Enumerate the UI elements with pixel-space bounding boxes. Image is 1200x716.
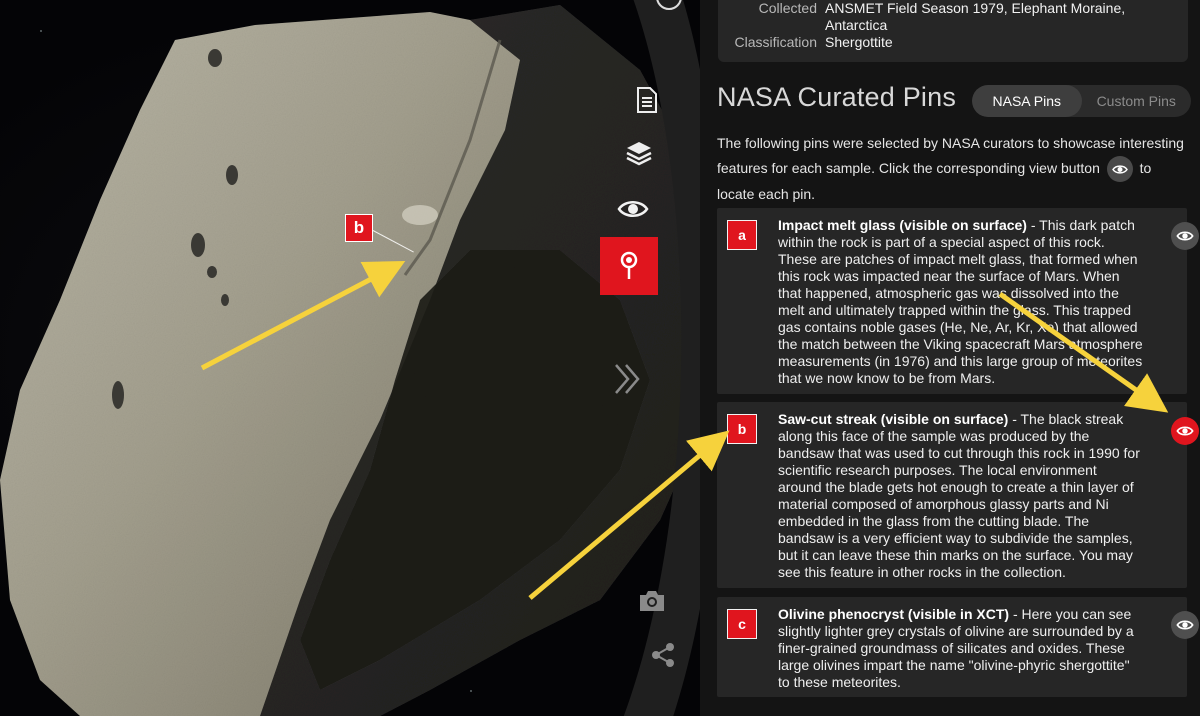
pin-card-a: a Impact melt glass (visible on surface)…	[717, 208, 1187, 394]
eye-icon	[1176, 620, 1194, 630]
pin-badge[interactable]: c	[727, 609, 757, 639]
pin-b-view-button[interactable]	[1171, 417, 1199, 445]
layers-icon	[626, 142, 652, 166]
collected-value-line1: ANSMET Field Season 1979, Elephant Morai…	[825, 0, 1126, 16]
collected-value-line2: Antarctica	[825, 17, 888, 33]
pin-marker-b[interactable]: b	[345, 214, 373, 242]
olivine-spot	[208, 49, 222, 67]
toggle-nasa-pins[interactable]: NASA Pins	[972, 85, 1082, 117]
document-icon	[637, 87, 657, 113]
tool-top-partial[interactable]	[646, 0, 692, 20]
pin-title: Saw-cut streak (visible on surface)	[778, 411, 1009, 427]
pin-description: Saw-cut streak (visible on surface) - Th…	[778, 411, 1144, 581]
eye-icon	[1176, 231, 1194, 241]
olivine-spot	[191, 233, 205, 257]
toolbar-share-button[interactable]	[640, 632, 686, 678]
section-title: NASA Curated Pins	[717, 82, 957, 112]
pin-card-c: c Olivine phenocryst (visible in XCT) - …	[717, 597, 1187, 697]
pin-marker-label: b	[353, 218, 365, 237]
eye-icon	[1176, 426, 1194, 436]
inline-view-button-example	[1106, 156, 1133, 183]
pin-title: Olivine phenocryst (visible in XCT)	[778, 606, 1010, 622]
map-pin-icon	[620, 251, 638, 279]
pin-c-view-button[interactable]	[1171, 611, 1199, 639]
olivine-spot	[207, 266, 217, 278]
toolbar-screenshot-button[interactable]	[629, 578, 675, 624]
toggle-custom-pins[interactable]: Custom Pins	[1082, 85, 1192, 117]
pin-body: - The black streak along this face of th…	[778, 411, 1140, 580]
olivine-spot	[112, 381, 124, 409]
eye-icon	[617, 201, 649, 217]
circle-icon	[656, 0, 682, 10]
classification-label: Classification	[734, 34, 817, 50]
pin-source-toggle[interactable]: NASA Pins Custom Pins	[972, 85, 1191, 117]
toolbar-layers-button[interactable]	[616, 130, 662, 176]
double-chevron-right-icon	[615, 364, 640, 394]
share-icon	[652, 643, 674, 667]
pin-title: Impact melt glass (visible on surface)	[778, 217, 1027, 233]
light-clast	[402, 205, 438, 225]
pin-body: - This dark patch within the rock is par…	[778, 217, 1143, 386]
pin-badge[interactable]: b	[727, 414, 757, 444]
toolbar-pins-button[interactable]	[600, 237, 658, 295]
toolbar-expand-button[interactable]	[604, 356, 650, 402]
collected-label: Collected	[758, 0, 817, 16]
pin-a-view-button[interactable]	[1171, 222, 1199, 250]
olivine-spot	[221, 294, 229, 306]
pin-description: Olivine phenocryst (visible in XCT) - He…	[778, 606, 1144, 691]
toolbar-view-button[interactable]	[610, 186, 656, 232]
pin-card-b: b Saw-cut streak (visible on surface) - …	[717, 402, 1187, 588]
classification-value: Shergottite	[825, 34, 893, 50]
eye-icon	[1111, 165, 1128, 174]
camera-icon	[640, 591, 664, 611]
intro-text: The following pins were selected by NASA…	[717, 131, 1187, 207]
toolbar-info-button[interactable]	[624, 77, 670, 123]
pin-badge[interactable]: a	[727, 220, 757, 250]
pin-description: Impact melt glass (visible on surface) -…	[778, 217, 1144, 387]
olivine-spot	[226, 165, 238, 185]
